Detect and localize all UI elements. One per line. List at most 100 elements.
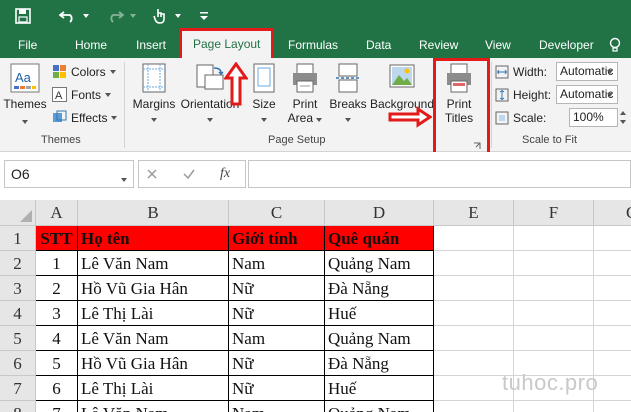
table-cell[interactable]: 7: [36, 401, 78, 412]
row-header[interactable]: 1: [0, 226, 36, 251]
table-cell[interactable]: Lê Thị Lài: [78, 301, 229, 326]
table-cell[interactable]: 4: [36, 326, 78, 351]
row-header[interactable]: 6: [0, 351, 36, 376]
tab-review[interactable]: Review: [419, 32, 458, 58]
table-cell[interactable]: Quảng Nam: [325, 251, 434, 276]
page-setup-dialog-launcher-icon[interactable]: [473, 139, 481, 149]
height-select[interactable]: Automatic: [556, 85, 618, 104]
row-header[interactable]: 3: [0, 276, 36, 301]
empty-cell[interactable]: [434, 301, 514, 326]
tab-home[interactable]: Home: [75, 32, 107, 58]
effects-button[interactable]: Effects: [52, 110, 118, 125]
empty-cell[interactable]: [434, 326, 514, 351]
table-cell[interactable]: Huế: [325, 301, 434, 326]
empty-cell[interactable]: [594, 401, 631, 412]
column-header-g[interactable]: G: [594, 200, 631, 226]
empty-cell[interactable]: [594, 301, 631, 326]
empty-cell[interactable]: [594, 376, 631, 401]
empty-cell[interactable]: [434, 276, 514, 301]
table-cell[interactable]: 3: [36, 301, 78, 326]
table-cell[interactable]: Hồ Vũ Gia Hân: [78, 276, 229, 301]
table-cell[interactable]: 5: [36, 351, 78, 376]
column-header-c[interactable]: C: [229, 200, 325, 226]
column-header-b[interactable]: B: [78, 200, 229, 226]
scale-input[interactable]: 100%: [569, 108, 618, 127]
row-header[interactable]: 8: [0, 401, 36, 412]
tab-insert[interactable]: Insert: [136, 32, 166, 58]
redo-dropdown-icon[interactable]: [128, 0, 138, 32]
enter-check-icon[interactable]: [181, 166, 197, 185]
cancel-icon[interactable]: [144, 166, 160, 185]
name-box[interactable]: O6: [4, 160, 134, 188]
table-cell[interactable]: Hồ Vũ Gia Hân: [78, 351, 229, 376]
table-cell[interactable]: Nữ: [229, 351, 325, 376]
breaks-button[interactable]: Breaks: [328, 62, 368, 125]
undo-dropdown-icon[interactable]: [81, 0, 91, 32]
row-header[interactable]: 5: [0, 326, 36, 351]
table-cell[interactable]: Nữ: [229, 276, 325, 301]
table-cell[interactable]: Nam: [229, 401, 325, 412]
empty-cell[interactable]: [594, 326, 631, 351]
tell-me-lightbulb-icon[interactable]: [604, 32, 626, 58]
tab-view[interactable]: View: [485, 32, 511, 58]
tab-page-layout[interactable]: Page Layout: [179, 28, 275, 61]
table-cell[interactable]: Lê Thị Lài: [78, 376, 229, 401]
table-cell[interactable]: Huế: [325, 376, 434, 401]
row-header[interactable]: 2: [0, 251, 36, 276]
header-cell[interactable]: Họ tên: [78, 226, 229, 251]
column-header-d[interactable]: D: [325, 200, 434, 226]
column-header-a[interactable]: A: [36, 200, 78, 226]
empty-cell[interactable]: [434, 401, 514, 412]
save-icon[interactable]: [10, 0, 36, 32]
formula-input[interactable]: [248, 160, 631, 188]
table-cell[interactable]: Lê Văn Nam: [78, 326, 229, 351]
empty-cell[interactable]: [594, 351, 631, 376]
empty-cell[interactable]: [594, 226, 631, 251]
touch-mode-icon[interactable]: [148, 0, 172, 32]
empty-cell[interactable]: [514, 226, 594, 251]
themes-button[interactable]: Aa Themes: [3, 62, 47, 127]
redo-icon[interactable]: [103, 0, 127, 32]
column-header-f[interactable]: F: [514, 200, 594, 226]
empty-cell[interactable]: [434, 251, 514, 276]
table-cell[interactable]: Đà Nẵng: [325, 351, 434, 376]
fonts-button[interactable]: A Fonts: [52, 87, 112, 102]
empty-cell[interactable]: [514, 401, 594, 412]
header-cell[interactable]: Giới tính: [229, 226, 325, 251]
table-cell[interactable]: Quảng Nam: [325, 326, 434, 351]
tab-developer[interactable]: Developer: [539, 32, 594, 58]
header-cell[interactable]: STT: [36, 226, 78, 251]
table-cell[interactable]: Đà Nẵng: [325, 276, 434, 301]
table-cell[interactable]: Quảng Nam: [325, 401, 434, 412]
row-header[interactable]: 4: [0, 301, 36, 326]
tab-data[interactable]: Data: [366, 32, 391, 58]
table-cell[interactable]: Nam: [229, 251, 325, 276]
column-header-e[interactable]: E: [434, 200, 514, 226]
print-area-button[interactable]: Print Area: [285, 62, 325, 125]
table-cell[interactable]: 1: [36, 251, 78, 276]
insert-function-fx-icon[interactable]: fx: [220, 166, 230, 182]
tab-formulas[interactable]: Formulas: [288, 32, 338, 58]
table-cell[interactable]: Lê Văn Nam: [78, 251, 229, 276]
empty-cell[interactable]: [514, 301, 594, 326]
table-cell[interactable]: Nam: [229, 326, 325, 351]
table-cell[interactable]: 2: [36, 276, 78, 301]
table-cell[interactable]: 6: [36, 376, 78, 401]
table-cell[interactable]: Nữ: [229, 376, 325, 401]
tab-file[interactable]: File: [18, 32, 37, 58]
empty-cell[interactable]: [594, 276, 631, 301]
scale-spinner[interactable]: [618, 108, 628, 127]
row-header[interactable]: 7: [0, 376, 36, 401]
size-button[interactable]: Size: [246, 62, 282, 125]
header-cell[interactable]: Quê quán: [325, 226, 434, 251]
colors-button[interactable]: Colors: [52, 64, 116, 79]
empty-cell[interactable]: [594, 251, 631, 276]
empty-cell[interactable]: [434, 226, 514, 251]
name-box-dropdown-icon[interactable]: [121, 171, 127, 185]
undo-icon[interactable]: [56, 0, 80, 32]
table-cell[interactable]: Nữ: [229, 301, 325, 326]
background-button[interactable]: Background: [368, 62, 436, 111]
table-cell[interactable]: Lê Văn Nam: [78, 401, 229, 412]
margins-button[interactable]: Margins: [129, 62, 179, 125]
select-all-corner[interactable]: [0, 200, 36, 226]
